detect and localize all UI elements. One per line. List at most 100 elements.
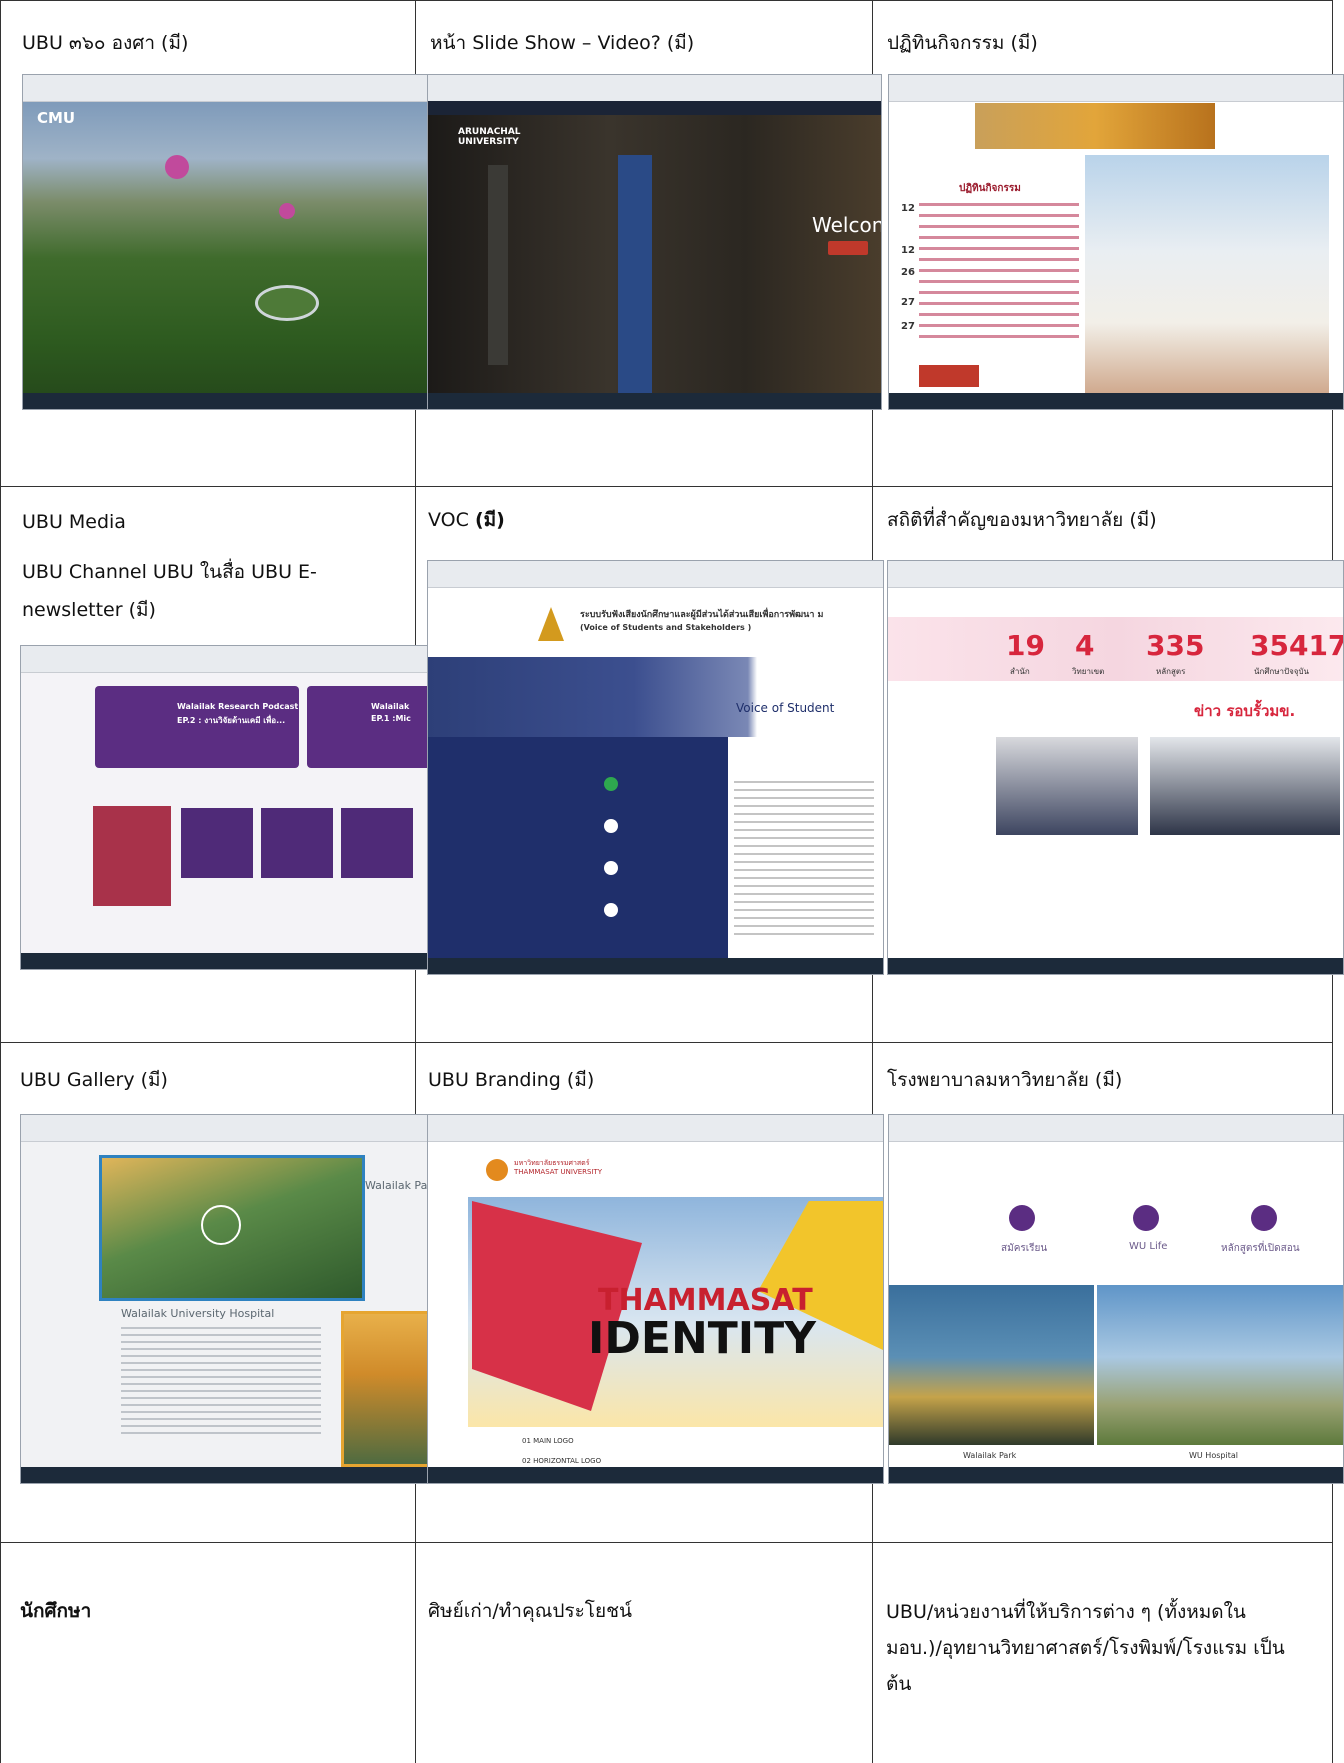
cell-label: VOC (มี): [428, 509, 505, 531]
tu-logo: [486, 1159, 508, 1181]
site-logo: ARUNACHAL UNIVERSITY: [458, 127, 521, 147]
cell-label: UBU Branding (มี): [428, 1069, 595, 1091]
voc-menu-item: [604, 819, 618, 833]
shelf-pillar: [488, 165, 508, 365]
cell-label: นักศึกษา: [20, 1600, 92, 1622]
taskbar: [888, 958, 1343, 974]
podcast-title: Walailak Research Podcast: [177, 702, 299, 711]
logo-mark: [919, 365, 979, 387]
nav-bar: [428, 101, 881, 115]
gallery-text-block: [121, 1327, 321, 1437]
cell-label: ศิษย์เก่า/ทำคุณประโยชน์: [428, 1600, 633, 1622]
hospital-photo: [1097, 1285, 1343, 1445]
voc-menu-item: [604, 777, 618, 791]
stat-label: หลักสูตร: [1156, 667, 1186, 676]
event-day: 27: [901, 297, 915, 308]
play-button: [201, 1205, 241, 1245]
logo-caption: 01 MAIN LOGO: [522, 1437, 574, 1445]
cell-label: UBU Gallery (มี): [20, 1069, 168, 1091]
stat-label: สำนัก: [1010, 667, 1030, 676]
newsletter-thumb: [341, 808, 413, 878]
taskbar: [428, 1467, 883, 1483]
screenshot-slideshow: ARUNACHAL UNIVERSITY Welcon: [427, 74, 882, 410]
shelf-pillar: [618, 155, 652, 395]
park-photo: [889, 1285, 1094, 1445]
browser-chrome: [428, 561, 883, 588]
browser-chrome: [21, 646, 431, 673]
cta-button: [828, 241, 868, 255]
stat-value: 35417: [1250, 629, 1344, 662]
screenshot-branding: มหาวิทยาลัยธรรมศาสตร์ THAMMASAT UNIVERSIT…: [427, 1114, 884, 1484]
cell-label: UBU ๓๖๐ องศา (มี): [22, 32, 189, 54]
taskbar: [21, 1467, 431, 1483]
event-day: 12: [901, 245, 915, 256]
news-photo: [996, 737, 1138, 835]
stat-value: 335: [1146, 629, 1205, 662]
site-logo: CMU: [37, 109, 76, 127]
podcast-card: [307, 686, 431, 768]
stadium-shape: [255, 285, 319, 321]
screenshot-voc: ระบบรับฟังเสียงนักศึกษาและผู้มีส่วนได้ส่…: [427, 560, 884, 975]
event-day: 26: [901, 267, 915, 278]
browser-chrome: [21, 1115, 431, 1142]
welcome-text: Welcon: [812, 213, 882, 237]
screenshot-cmu-360: CMU: [22, 74, 432, 410]
hotspot-marker: [165, 155, 189, 179]
voc-title: ระบบรับฟังเสียงนักศึกษาและผู้มีส่วนได้ส่…: [580, 610, 824, 620]
gallery-photo-2: [341, 1311, 431, 1467]
table-border-top: [0, 0, 1333, 1]
menu-label: สมัครเรียน: [1001, 1243, 1048, 1254]
identity-word-2: IDENTITY: [588, 1313, 817, 1364]
photo-caption: WU Hospital: [1189, 1451, 1238, 1460]
menu-icon: [1133, 1205, 1159, 1231]
event-day: 27: [901, 321, 915, 332]
voc-banner-text: Voice of Student: [736, 701, 835, 715]
screenshot-media: Walailak Research Podcast EP.2 : งานวิจั…: [20, 645, 432, 970]
newsletter-thumb: [261, 808, 333, 878]
photo-caption: Walailak Park: [963, 1451, 1017, 1460]
taskbar: [889, 1467, 1343, 1483]
cell-label: ปฏิทินกิจกรรม (มี): [887, 32, 1038, 54]
browser-chrome: [428, 75, 881, 102]
podcast-episode: EP.1 :Mic: [371, 714, 411, 723]
voc-menu-panel: [428, 737, 728, 959]
cell-label: UBU/หน่วยงานที่ให้บริการต่าง ๆ (ทั้งหมดใ…: [886, 1601, 1285, 1695]
logo-caption: 02 HORIZONTAL LOGO: [522, 1457, 602, 1465]
cell-label: UBU Media UBU Channel UBU ในสื่อ UBU E-ne…: [22, 511, 317, 621]
menu-label: WU Life: [1129, 1241, 1168, 1252]
browser-chrome: [428, 1115, 883, 1142]
table-border-left: [0, 0, 1, 1763]
voc-subtitle: (Voice of Students and Stakeholders ): [580, 623, 752, 632]
row-divider-1: [0, 486, 1333, 487]
cell-label: โรงพยาบาลมหาวิทยาลัย (มี): [887, 1069, 1123, 1091]
event-lines: [919, 203, 1079, 343]
screenshot-hospital: สมัครเรียน WU Life หลักสูตรที่เปิดสอน Wa…: [888, 1114, 1344, 1484]
top-banner: [975, 103, 1215, 149]
university-name: มหาวิทยาลัยธรรมศาสตร์ THAMMASAT UNIVERSIT…: [514, 1159, 603, 1176]
newsletter-thumb: [93, 806, 171, 906]
menu-label: หลักสูตรที่เปิดสอน: [1221, 1243, 1300, 1254]
taskbar: [428, 393, 881, 409]
stat-value: 4: [1075, 629, 1095, 662]
university-emblem: [538, 607, 564, 641]
voc-text-block: [734, 781, 874, 941]
podcast-title: Walailak: [371, 702, 410, 711]
stat-label: วิทยาเขต: [1072, 667, 1105, 676]
voc-menu-item: [604, 903, 618, 917]
newsletter-thumb: [181, 808, 253, 878]
content-table: UBU ๓๖๐ องศา (มี) หน้า Slide Show – Vide…: [0, 0, 1344, 1763]
news-photo: [1150, 737, 1340, 835]
menu-icon: [1251, 1205, 1277, 1231]
voc-menu-item: [604, 861, 618, 875]
cell-label: สถิติที่สำคัญของมหาวิทยาลัย (มี): [887, 509, 1157, 531]
screenshot-gallery: Walailak Pa Walailak University Hospital: [20, 1114, 432, 1484]
stat-label: นักศึกษาปัจจุบัน: [1254, 667, 1309, 676]
podcast-episode: EP.2 : งานวิจัยด้านเคมี เพื่อ...: [177, 716, 286, 725]
stat-value: 19: [1006, 629, 1045, 662]
gallery-side-title: Walailak Pa: [365, 1179, 428, 1192]
taskbar: [23, 393, 431, 409]
podcast-card: [95, 686, 299, 768]
building-photo: [1085, 155, 1329, 395]
browser-chrome: [23, 75, 431, 102]
calendar-heading: ปฏิทินกิจกรรม: [959, 183, 1021, 194]
